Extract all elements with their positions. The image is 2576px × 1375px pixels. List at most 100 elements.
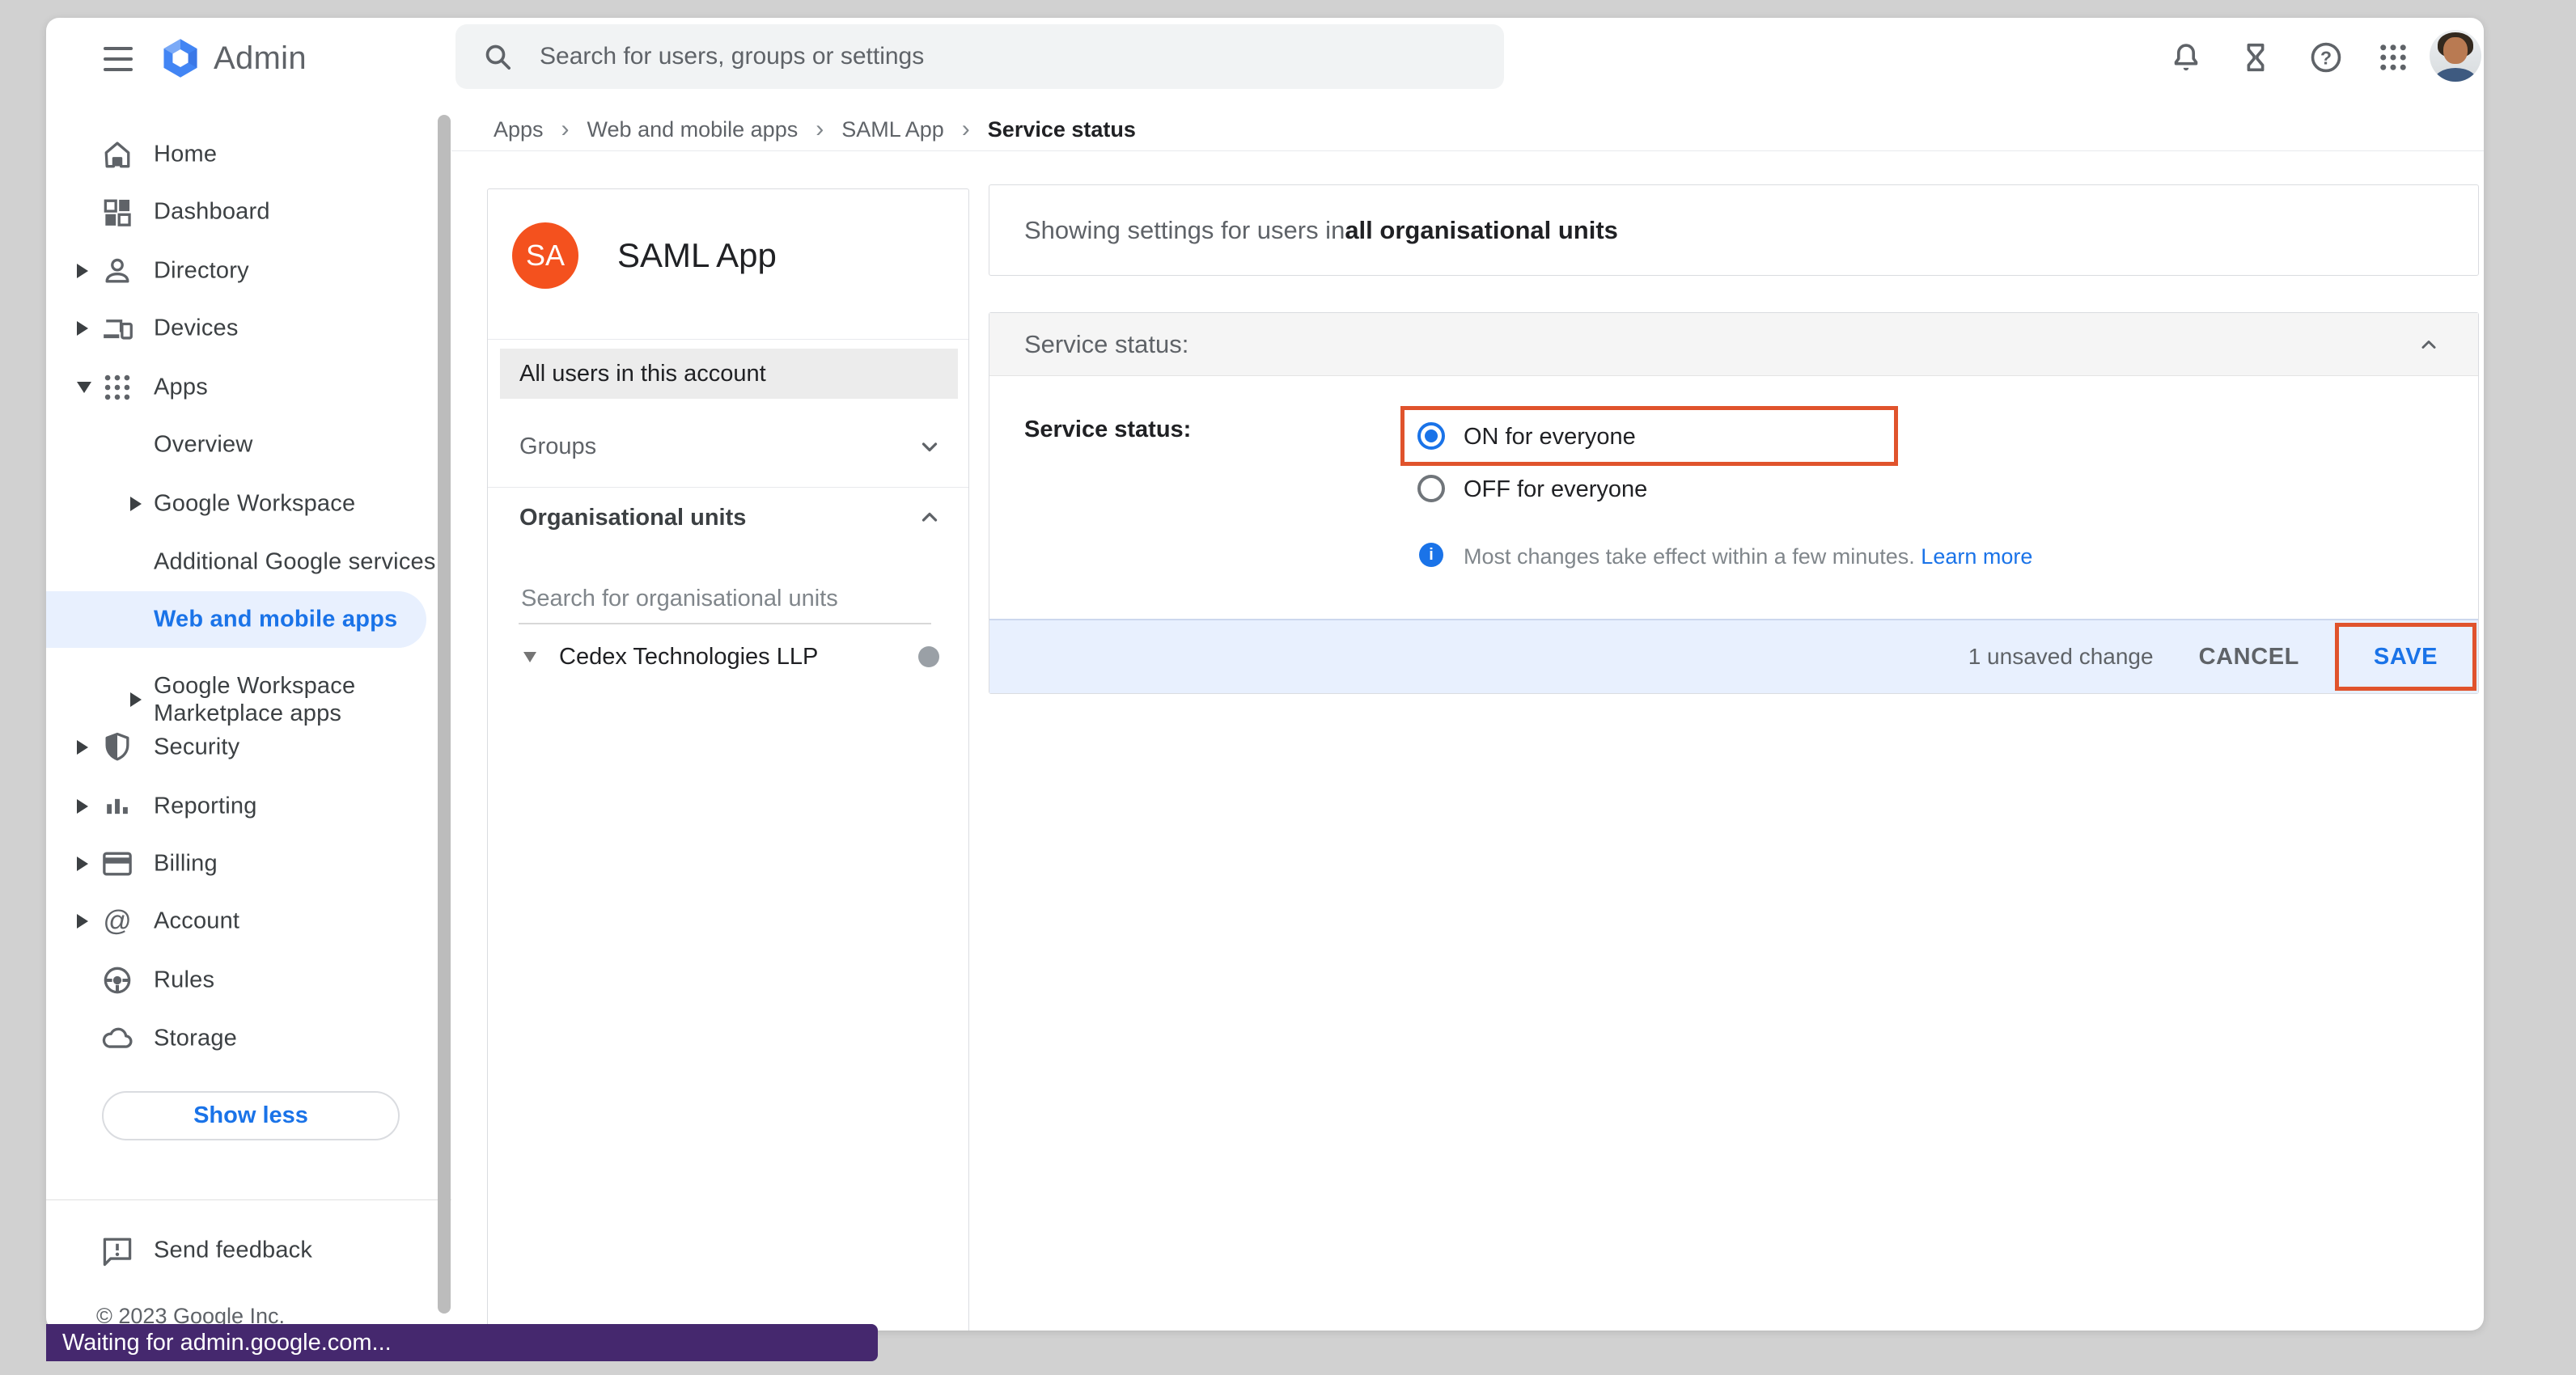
- scope-summary-card: Showing settings for users in all organi…: [989, 184, 2479, 276]
- panel-divider: [488, 487, 968, 488]
- sidebar-item-billing[interactable]: Billing: [46, 841, 426, 886]
- caret-right-icon[interactable]: [130, 692, 142, 707]
- chevron-down-icon: [915, 432, 944, 461]
- svg-text:@: @: [103, 905, 131, 937]
- menu-icon[interactable]: [104, 47, 133, 71]
- avatar-face: [2443, 37, 2467, 64]
- global-search-bar[interactable]: [455, 24, 1504, 89]
- sidebar-item-home[interactable]: Home: [46, 132, 426, 177]
- caret-down-icon[interactable]: [523, 652, 536, 662]
- feedback-icon: [100, 1233, 135, 1268]
- unsaved-changes-bar: 1 unsaved change CANCEL SAVE: [989, 619, 2478, 693]
- panel-divider: [488, 339, 968, 340]
- sidebar-item-overview[interactable]: Overview: [46, 422, 426, 468]
- chevron-right-icon: ›: [962, 117, 970, 142]
- radio-on-for-everyone[interactable]: [1417, 422, 1445, 450]
- sidebar-item-reporting[interactable]: Reporting: [46, 784, 426, 829]
- caret-right-icon[interactable]: [77, 799, 88, 814]
- caret-right-icon[interactable]: [77, 914, 88, 929]
- dashboard-icon: [100, 194, 135, 230]
- sidebar-item-directory[interactable]: Directory: [46, 248, 426, 294]
- radio-off-for-everyone[interactable]: [1417, 475, 1445, 502]
- sidebar-divider: [46, 1199, 451, 1200]
- caret-down-icon[interactable]: [77, 382, 91, 393]
- caret-right-icon[interactable]: [77, 857, 88, 871]
- unsaved-count-text: 1 unsaved change: [1968, 644, 2154, 670]
- org-unit-overflow-dot[interactable]: [918, 646, 939, 667]
- google-apps-grid-icon[interactable]: [2375, 39, 2412, 76]
- google-admin-logo-icon: [158, 36, 203, 81]
- search-input[interactable]: [538, 42, 1468, 71]
- sidebar-item-rules[interactable]: Rules: [46, 958, 426, 1003]
- sidebar-item-security[interactable]: Security: [46, 725, 426, 770]
- breadcrumb-web-and-mobile-apps[interactable]: Web and mobile apps: [587, 117, 799, 142]
- notifications-bell-icon[interactable]: [2167, 39, 2205, 76]
- groups-section-toggle[interactable]: Groups: [488, 429, 968, 464]
- breadcrumb-service-status: Service status: [988, 117, 1136, 142]
- app-scope-panel: SA SAML App All users in this account Gr…: [487, 188, 969, 1331]
- product-title: Admin: [214, 40, 307, 77]
- caret-right-icon[interactable]: [77, 740, 88, 755]
- person-icon: [100, 253, 135, 289]
- sidebar-item-account[interactable]: @ Account: [46, 899, 426, 944]
- app-name-title: SAML App: [617, 236, 777, 275]
- help-icon[interactable]: ?: [2307, 39, 2345, 76]
- devices-icon: [100, 311, 135, 346]
- chevron-right-icon: ›: [816, 117, 824, 142]
- credit-card-icon: [100, 846, 135, 882]
- info-message: Most changes take effect within a few mi…: [1464, 544, 2032, 569]
- tasks-hourglass-icon[interactable]: [2237, 39, 2274, 76]
- all-users-scope-row[interactable]: All users in this account: [500, 349, 958, 399]
- sidebar-nav: Home Dashboard: [46, 108, 451, 1331]
- sidebar-item-google-workspace[interactable]: Google Workspace: [46, 481, 426, 527]
- radio-off-label[interactable]: OFF for everyone: [1464, 476, 1647, 503]
- sidebar-item-web-and-mobile-apps[interactable]: Web and mobile apps: [46, 591, 426, 648]
- breadcrumb-apps[interactable]: Apps: [494, 117, 544, 142]
- avatar-shirt: [2434, 68, 2477, 82]
- account-avatar[interactable]: [2430, 30, 2481, 82]
- scope-summary-prefix: Showing settings for users in: [1024, 216, 1345, 245]
- shield-icon: [100, 730, 135, 765]
- at-sign-icon: @: [100, 903, 135, 939]
- sidebar-item-storage[interactable]: Storage: [46, 1016, 426, 1061]
- screenshot-stage: Admin ?: [0, 0, 2576, 1375]
- search-icon: [481, 40, 514, 73]
- org-unit-tree-item[interactable]: Cedex Technologies LLP: [488, 639, 968, 675]
- service-status-section-header[interactable]: Service status:: [989, 313, 2478, 376]
- apps-grid-icon: [100, 370, 135, 405]
- sidebar-item-apps[interactable]: Apps: [46, 365, 426, 410]
- browser-status-bar: Waiting for admin.google.com...: [46, 1324, 878, 1361]
- org-unit-search-input[interactable]: [519, 582, 908, 615]
- caret-right-icon[interactable]: [77, 321, 88, 336]
- breadcrumb-saml-app[interactable]: SAML App: [841, 117, 944, 142]
- info-icon: i: [1419, 543, 1443, 567]
- radio-on-label[interactable]: ON for everyone: [1464, 424, 1636, 451]
- sidebar-item-devices[interactable]: Devices: [46, 306, 426, 351]
- sidebar-scrollbar[interactable]: [438, 115, 451, 1314]
- caret-right-icon[interactable]: [77, 264, 88, 278]
- chevron-up-icon[interactable]: [2415, 331, 2443, 358]
- org-units-section-toggle[interactable]: Organisational units: [488, 500, 968, 535]
- brand: Admin: [158, 34, 307, 82]
- sidebar-item-dashboard[interactable]: Dashboard: [46, 189, 426, 235]
- chevron-up-icon: [915, 503, 944, 532]
- admin-console-window: Admin ?: [46, 18, 2484, 1331]
- sidebar-item-additional-google-services[interactable]: Additional Google services: [46, 539, 426, 585]
- service-status-field-label: Service status:: [1024, 417, 1191, 443]
- bar-chart-icon: [100, 789, 135, 824]
- cancel-button[interactable]: CANCEL: [2194, 643, 2304, 671]
- service-status-card: Service status: Service status: ON for e…: [989, 312, 2479, 694]
- annotation-highlight-box-save: SAVE: [2335, 623, 2476, 691]
- show-less-button[interactable]: Show less: [102, 1091, 400, 1140]
- send-feedback-button[interactable]: Send feedback: [46, 1228, 426, 1273]
- org-search-underline: [519, 623, 931, 624]
- svg-text:?: ?: [2320, 47, 2332, 68]
- helm-icon: [100, 962, 135, 998]
- app-initials-badge: SA: [512, 222, 578, 289]
- caret-right-icon[interactable]: [130, 497, 142, 511]
- home-icon: [100, 137, 135, 172]
- save-button[interactable]: SAVE: [2369, 643, 2443, 671]
- breadcrumb: Apps › Web and mobile apps › SAML App › …: [451, 108, 2484, 151]
- chevron-right-icon: ›: [561, 117, 570, 142]
- learn-more-link[interactable]: Learn more: [1921, 544, 2032, 569]
